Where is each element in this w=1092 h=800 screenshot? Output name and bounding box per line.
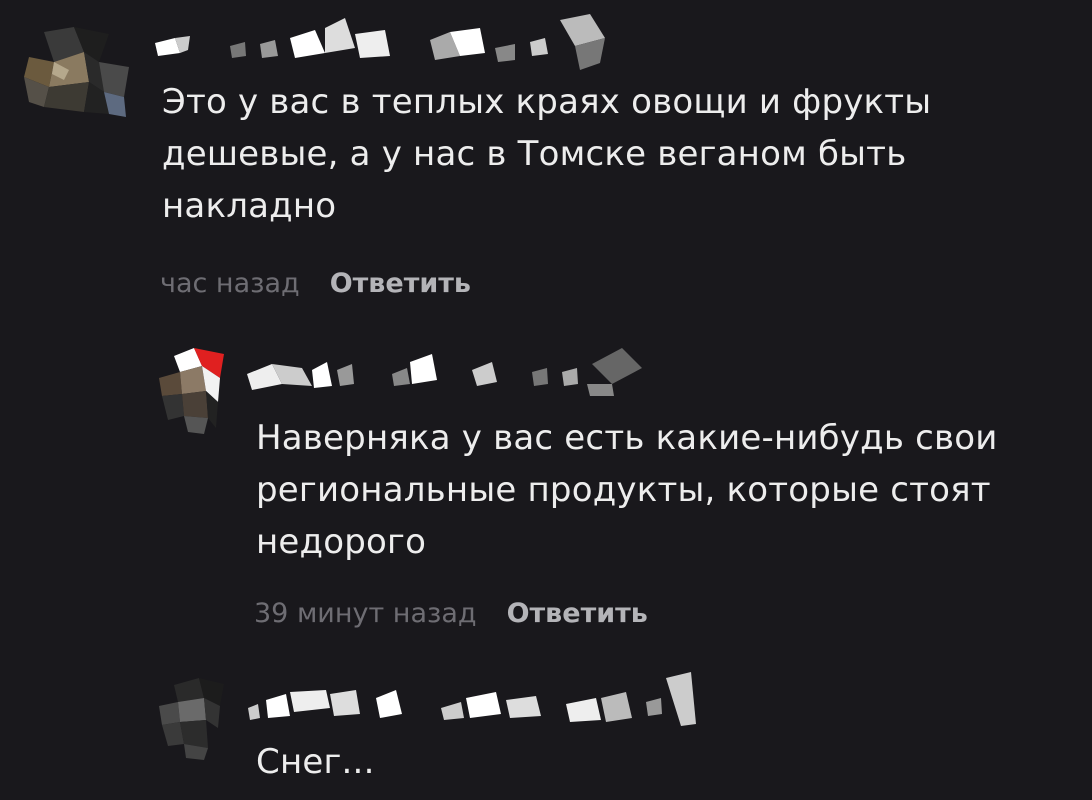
- reply-button[interactable]: Ответить: [507, 598, 648, 629]
- comment-text: Наверняка у вас есть какие-нибудь свои р…: [256, 418, 998, 562]
- avatar-pixelated[interactable]: [14, 22, 134, 126]
- comment-text: Это у вас в теплых краях овощи и фрукты …: [162, 82, 932, 226]
- username-pixelated[interactable]: [246, 668, 726, 736]
- comment-item: Наверняка у вас есть какие-нибудь свои р…: [0, 320, 1092, 650]
- comment-text: Снег...: [256, 742, 375, 782]
- comment-meta: 39 минут назад Ответить: [254, 598, 648, 630]
- avatar-pixelated[interactable]: [154, 670, 234, 764]
- reply-button[interactable]: Ответить: [330, 268, 471, 299]
- username-pixelated[interactable]: [242, 334, 662, 408]
- comment-item: Это у вас в теплых краях овощи и фрукты …: [0, 0, 1092, 320]
- username-pixelated[interactable]: [150, 8, 630, 82]
- avatar-pixelated[interactable]: [154, 336, 234, 440]
- comment-item: Снег...: [0, 660, 1092, 800]
- comment-time: 39 минут назад: [254, 598, 477, 629]
- comment-time: час назад: [160, 268, 300, 299]
- comment-meta: час назад Ответить: [160, 268, 471, 300]
